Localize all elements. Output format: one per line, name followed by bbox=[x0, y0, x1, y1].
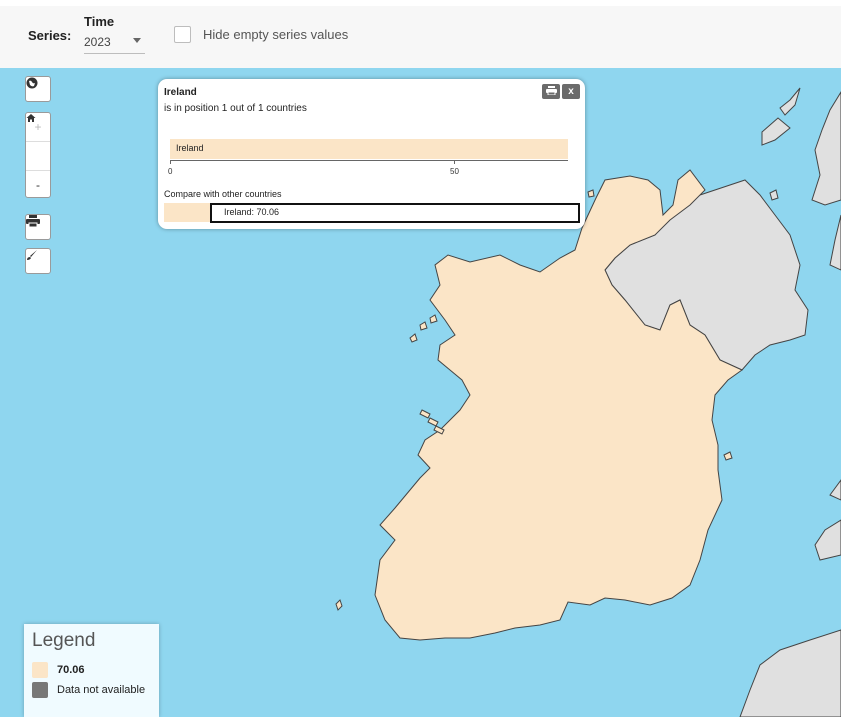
island-shape bbox=[409, 333, 418, 343]
style-button[interactable] bbox=[25, 248, 51, 274]
zoom-out-button[interactable]: - bbox=[26, 171, 50, 199]
chevron-down-icon bbox=[133, 38, 141, 43]
globe-button[interactable] bbox=[25, 76, 51, 102]
island-shape bbox=[769, 189, 779, 201]
island-shape bbox=[587, 189, 595, 198]
island-shape bbox=[761, 117, 791, 146]
zoom-out-label: - bbox=[36, 178, 40, 192]
legend: Legend 70.06 Data not available bbox=[24, 624, 159, 717]
hide-empty-toggle[interactable]: Hide empty series values bbox=[174, 26, 348, 43]
island-shape bbox=[723, 451, 733, 461]
island-shape bbox=[419, 321, 428, 331]
hide-empty-label: Hide empty series values bbox=[203, 27, 349, 42]
popup-title: Ireland bbox=[164, 87, 197, 98]
compare-swatch bbox=[164, 203, 212, 222]
time-label: Time bbox=[84, 14, 115, 29]
legend-swatch-value bbox=[32, 662, 48, 678]
compare-label: Compare with other countries bbox=[164, 189, 282, 199]
compare-value: Ireland: 70.06 bbox=[224, 207, 280, 217]
popup-bar-label: Ireland bbox=[176, 143, 204, 153]
popup-position-text: is in position 1 out of 1 countries bbox=[164, 103, 307, 114]
popup-bar-axis bbox=[170, 160, 568, 161]
axis-tick bbox=[454, 160, 455, 164]
popup-bar bbox=[170, 139, 568, 159]
axis-tick-label: 50 bbox=[450, 167, 459, 176]
toolbar-top-strip bbox=[0, 0, 841, 6]
time-value: 2023 bbox=[84, 35, 111, 49]
series-label: Series: bbox=[28, 28, 72, 43]
country-popup: Ireland is in position 1 out of 1 countr… bbox=[158, 79, 585, 229]
hide-empty-checkbox[interactable] bbox=[174, 26, 191, 43]
legend-title: Legend bbox=[32, 630, 96, 651]
home-button[interactable] bbox=[26, 114, 50, 171]
great-britain-shape[interactable] bbox=[739, 91, 841, 717]
time-dropdown[interactable]: 2023 bbox=[84, 35, 145, 54]
axis-tick-label: 0 bbox=[168, 167, 173, 176]
island-shape bbox=[427, 417, 439, 427]
zoom-controls: + - bbox=[25, 112, 51, 198]
toolbar: Series: Time 2023 Hide empty series valu… bbox=[0, 0, 841, 69]
print-button[interactable] bbox=[25, 214, 51, 240]
axis-tick bbox=[170, 160, 171, 164]
legend-item-value: 70.06 bbox=[57, 664, 85, 676]
close-icon: x bbox=[568, 86, 574, 97]
legend-swatch-na bbox=[32, 682, 48, 698]
print-icon bbox=[545, 85, 557, 98]
compare-value-box[interactable]: Ireland: 70.06 bbox=[210, 203, 580, 223]
island-shape bbox=[419, 409, 431, 419]
time-selector-group: Time 2023 bbox=[84, 14, 145, 54]
legend-item-na: Data not available bbox=[57, 684, 146, 696]
popup-print-button[interactable] bbox=[542, 84, 560, 99]
island-shape bbox=[429, 314, 438, 324]
island-shape bbox=[779, 87, 801, 116]
popup-close-button[interactable]: x bbox=[562, 84, 580, 99]
island-shape bbox=[335, 599, 343, 611]
